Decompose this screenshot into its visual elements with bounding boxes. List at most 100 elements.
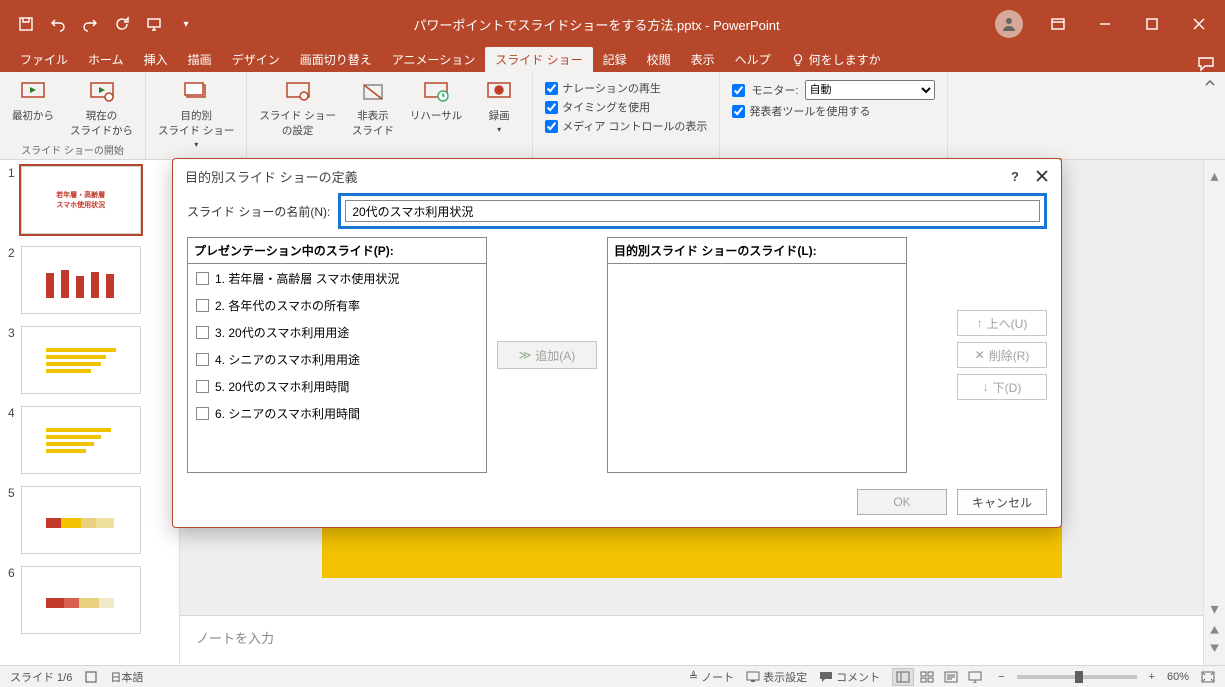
monitor-checkbox[interactable] (732, 84, 745, 97)
checkbox-icon[interactable] (196, 353, 209, 366)
sorter-view-icon[interactable] (916, 668, 938, 686)
ribbon-collapse-icon[interactable] (1195, 72, 1225, 94)
notes-toggle[interactable]: ≜ ノート (689, 669, 734, 685)
slideshow-view-icon[interactable] (964, 668, 986, 686)
slide-counter[interactable]: スライド 1/6 (10, 669, 72, 685)
tell-me-label: 何をしますか (809, 51, 881, 68)
tab-transitions[interactable]: 画面切り替え (290, 47, 382, 72)
fit-window-icon[interactable] (1201, 671, 1215, 683)
tell-me[interactable]: 何をしますか (781, 47, 891, 72)
checkbox-icon[interactable] (196, 272, 209, 285)
slide-thumbnails[interactable]: 1 若年層・高齢層 スマホ使用状況 2 3 4 5 6 (0, 160, 180, 665)
user-avatar[interactable] (995, 10, 1023, 38)
next-slide-icon[interactable]: ⯆ (1208, 641, 1221, 659)
normal-view-icon[interactable] (892, 668, 914, 686)
lightbulb-icon (791, 53, 805, 67)
comments-toggle-icon[interactable] (1197, 56, 1215, 72)
autosave-icon[interactable] (14, 12, 38, 36)
hide-slide-label: 非表示 スライド (352, 108, 394, 138)
prev-slide-icon[interactable]: ⯅ (1208, 623, 1221, 641)
record-button[interactable]: 録画 ▾ (474, 76, 524, 140)
undo-icon[interactable] (46, 12, 70, 36)
scroll-down-icon[interactable]: ▾ (1210, 599, 1218, 619)
from-beginning-label: 最初から (12, 108, 54, 123)
thumbnail-4[interactable]: 4 (0, 400, 179, 480)
monitor-select[interactable]: 自動 (805, 80, 935, 100)
zoom-slider[interactable] (1017, 675, 1137, 679)
list-item[interactable]: 6. シニアのスマホ利用時間 (192, 403, 482, 424)
narration-checkbox[interactable]: ナレーションの再生 (545, 80, 707, 96)
zoom-out-icon[interactable]: − (998, 671, 1004, 683)
thumbnail-6[interactable]: 6 (0, 560, 179, 640)
hide-slide-button[interactable]: 非表示 スライド (348, 76, 398, 140)
presentation-slides-body[interactable]: 1. 若年層・高齢層 スマホ使用状況 2. 各年代のスマホの所有率 3. 20代… (187, 263, 487, 473)
list-item[interactable]: 1. 若年層・高齢層 スマホ使用状況 (192, 268, 482, 289)
checkbox-icon[interactable] (196, 407, 209, 420)
tab-insert[interactable]: 挿入 (134, 47, 178, 72)
display-settings[interactable]: 表示設定 (746, 669, 807, 685)
cancel-button[interactable]: キャンセル (957, 489, 1047, 515)
notes-pane[interactable]: ノートを入力 (180, 615, 1203, 665)
thumbnail-1[interactable]: 1 若年層・高齢層 スマホ使用状況 (0, 160, 179, 240)
thumbnail-2[interactable]: 2 (0, 240, 179, 320)
ok-button[interactable]: OK (857, 489, 947, 515)
tab-slideshow[interactable]: スライド ショー (485, 47, 592, 72)
vertical-scrollbar[interactable]: ▴ ▾ ⯅ ⯆ (1203, 160, 1225, 665)
ribbon-group-start-label: スライド ショーの開始 (21, 140, 124, 159)
tab-review[interactable]: 校閲 (637, 47, 681, 72)
tab-animations[interactable]: アニメーション (382, 47, 486, 72)
tab-view[interactable]: 表示 (681, 47, 725, 72)
remove-button[interactable]: ✕削除(R) (957, 342, 1047, 368)
ribbon-display-icon[interactable] (1035, 4, 1080, 44)
rehearse-button[interactable]: リハーサル (406, 76, 466, 140)
move-up-button[interactable]: ↑上へ(U) (957, 310, 1047, 336)
tab-draw[interactable]: 描画 (178, 47, 222, 72)
slideshow-start-icon[interactable] (142, 12, 166, 36)
arrow-down-icon: ↓ (983, 380, 989, 394)
accessibility-icon[interactable] (84, 670, 98, 684)
list-item[interactable]: 5. 20代のスマホ利用時間 (192, 376, 482, 397)
timing-checkbox[interactable]: タイミングを使用 (545, 99, 707, 115)
checkbox-icon[interactable] (196, 326, 209, 339)
refresh-icon[interactable] (110, 12, 134, 36)
setup-show-button[interactable]: スライド ショー の設定 (255, 76, 339, 140)
media-controls-checkbox[interactable]: メディア コントロールの表示 (545, 118, 707, 134)
from-current-button[interactable]: 現在の スライドから (66, 76, 137, 140)
show-name-input[interactable] (345, 200, 1040, 222)
maximize-icon[interactable] (1129, 4, 1174, 44)
comments-toggle[interactable]: コメント (819, 669, 880, 685)
checkbox-icon[interactable] (196, 380, 209, 393)
tab-file[interactable]: ファイル (10, 47, 78, 72)
rehearse-label: リハーサル (410, 108, 462, 123)
list-item[interactable]: 2. 各年代のスマホの所有率 (192, 295, 482, 316)
custom-show-slides-body[interactable] (607, 263, 907, 473)
dialog-close-icon[interactable] (1035, 169, 1049, 183)
scroll-up-icon[interactable]: ▴ (1210, 166, 1218, 186)
checkbox-icon[interactable] (196, 299, 209, 312)
custom-show-button[interactable]: 目的別 スライド ショー ▾ (154, 76, 238, 151)
redo-icon[interactable] (78, 12, 102, 36)
list-item[interactable]: 3. 20代のスマホ利用用途 (192, 322, 482, 343)
tab-home[interactable]: ホーム (78, 47, 134, 72)
setup-show-icon (284, 78, 312, 106)
zoom-in-icon[interactable]: + (1149, 671, 1155, 683)
qat-more-icon[interactable]: ▾ (174, 12, 198, 36)
tab-record[interactable]: 記録 (593, 47, 637, 72)
minimize-icon[interactable] (1082, 4, 1127, 44)
tab-design[interactable]: デザイン (222, 47, 290, 72)
zoom-percent[interactable]: 60% (1167, 671, 1189, 683)
tab-help[interactable]: ヘルプ (725, 47, 781, 72)
from-beginning-button[interactable]: 最初から (8, 76, 58, 140)
ribbon-group-checks: ナレーションの再生 タイミングを使用 メディア コントロールの表示 (533, 72, 720, 159)
presenter-view-checkbox[interactable]: 発表者ツールを使用する (732, 103, 934, 119)
move-down-button[interactable]: ↓下(D) (957, 374, 1047, 400)
dialog-help-icon[interactable]: ? (1011, 169, 1019, 184)
list-item[interactable]: 4. シニアのスマホ利用用途 (192, 349, 482, 370)
language-label[interactable]: 日本語 (110, 669, 143, 685)
arrow-right-icon: ≫ (519, 348, 532, 362)
thumbnail-5[interactable]: 5 (0, 480, 179, 560)
add-button[interactable]: ≫ 追加(A) (497, 341, 597, 369)
thumbnail-3[interactable]: 3 (0, 320, 179, 400)
close-icon[interactable] (1176, 4, 1221, 44)
reading-view-icon[interactable] (940, 668, 962, 686)
